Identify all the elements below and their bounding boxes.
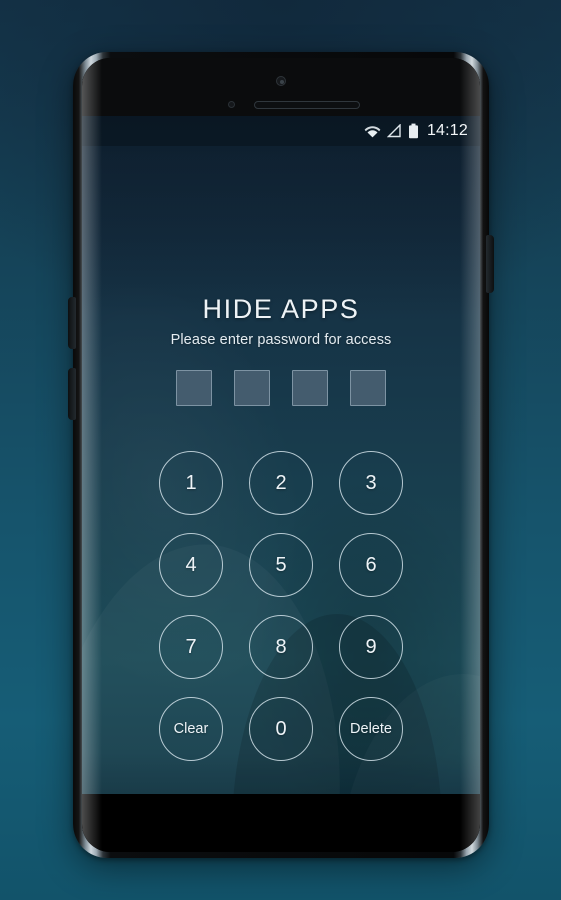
volume-down-button[interactable] (68, 368, 76, 420)
pin-indicator (176, 370, 386, 406)
key-8[interactable]: 8 (249, 615, 313, 679)
key-3[interactable]: 3 (339, 451, 403, 515)
page-subtitle: Please enter password for access (170, 332, 392, 348)
key-0[interactable]: 0 (249, 697, 313, 761)
front-camera-icon (276, 76, 286, 86)
key-7[interactable]: 7 (159, 615, 223, 679)
page-title: HIDE APPS (202, 294, 360, 324)
key-delete[interactable]: Delete (339, 697, 403, 761)
proximity-sensor-icon (228, 101, 235, 108)
phone-device: 14:12 HIDE APPS Please enter password fo… (68, 52, 494, 858)
pin-box-4 (350, 370, 386, 406)
key-1[interactable]: 1 (159, 451, 223, 515)
volume-up-button[interactable] (68, 297, 76, 349)
key-clear[interactable]: Clear (159, 697, 223, 761)
key-5[interactable]: 5 (249, 533, 313, 597)
pin-box-2 (234, 370, 270, 406)
power-button[interactable] (486, 235, 494, 293)
key-4[interactable]: 4 (159, 533, 223, 597)
top-bezel (82, 58, 480, 116)
numeric-keypad: 1 2 3 4 5 6 7 8 9 Clear 0 Delete (146, 442, 416, 770)
key-6[interactable]: 6 (339, 533, 403, 597)
phone-bezel: 14:12 HIDE APPS Please enter password fo… (82, 58, 480, 852)
pin-box-3 (292, 370, 328, 406)
bottom-bezel (82, 794, 480, 852)
key-9[interactable]: 9 (339, 615, 403, 679)
key-2[interactable]: 2 (249, 451, 313, 515)
lock-screen: HIDE APPS Please enter password for acce… (82, 116, 480, 794)
pin-box-1 (176, 370, 212, 406)
earpiece-speaker (254, 101, 360, 109)
phone-screen: 14:12 HIDE APPS Please enter password fo… (82, 116, 480, 794)
